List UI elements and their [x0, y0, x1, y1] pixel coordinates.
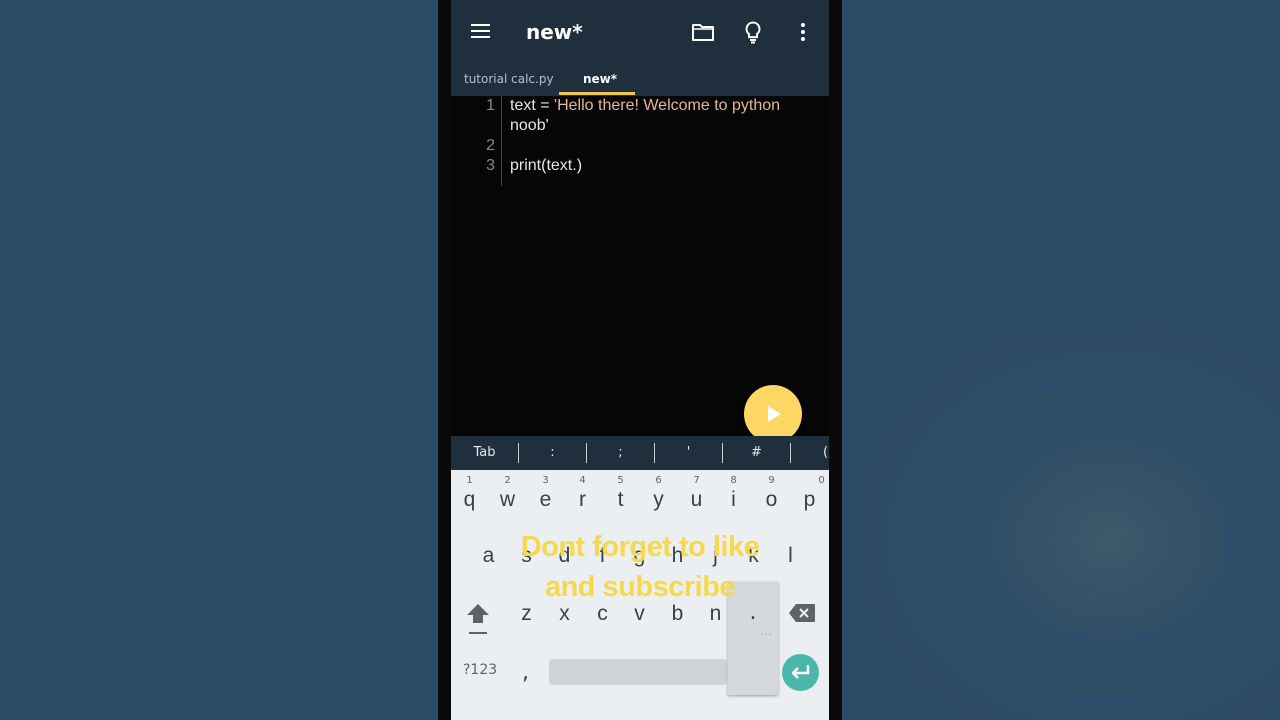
code-line-1-wrap: noob': [510, 117, 549, 134]
key-w[interactable]: 2w: [489, 470, 526, 522]
backspace-icon: [789, 604, 815, 622]
key-c[interactable]: c: [584, 602, 621, 654]
key-d[interactable]: d: [546, 544, 583, 596]
symbol-bar: Tab : ; ' # (: [451, 436, 829, 470]
key-v[interactable]: v: [621, 602, 658, 654]
code-line-3: print(text.): [510, 157, 583, 174]
shift-icon: [467, 604, 489, 634]
key-y[interactable]: 6y: [640, 470, 677, 522]
tab-tutorial-calc[interactable]: tutorial calc.py: [464, 64, 554, 96]
comma-key[interactable]: ,: [522, 660, 529, 685]
key-f[interactable]: f: [584, 544, 621, 596]
key-a[interactable]: a: [470, 544, 507, 596]
symbol-key-hash[interactable]: #: [723, 436, 790, 470]
symbol-key-tab[interactable]: Tab: [451, 436, 518, 470]
key-i[interactable]: 8i: [715, 470, 752, 522]
enter-icon: [791, 665, 810, 679]
popup-more-indicator: ...: [761, 628, 773, 638]
soft-keyboard: 1q 2w 3e 4r 5t 6y 7u 8i 9o 0p a s d f g …: [451, 470, 829, 720]
key-p[interactable]: 0p: [791, 470, 828, 522]
key-s[interactable]: s: [508, 544, 545, 596]
line-number: 1: [486, 97, 495, 114]
lightbulb-icon[interactable]: [741, 20, 767, 46]
more-vert-icon[interactable]: [791, 20, 817, 46]
space-key[interactable]: [549, 659, 727, 685]
phone-screen: new* tutorial calc.py new* 1 2 3 text = …: [451, 0, 829, 720]
code-string: 'Hello there! Welcome to python: [554, 97, 781, 114]
folder-icon[interactable]: [691, 20, 717, 46]
run-button[interactable]: [744, 385, 802, 443]
key-u[interactable]: 7u: [678, 470, 715, 522]
key-b[interactable]: b: [659, 602, 696, 654]
symbol-key-paren[interactable]: (: [791, 436, 829, 470]
key-preview-popup: . ...: [728, 582, 778, 695]
page-title: new*: [526, 20, 583, 44]
play-icon: [768, 406, 781, 422]
code-assignment: text =: [510, 97, 555, 114]
active-tab-indicator: [559, 92, 635, 95]
key-r[interactable]: 4r: [564, 470, 601, 522]
key-g[interactable]: g: [621, 544, 658, 596]
symbol-key-quote[interactable]: ': [655, 436, 722, 470]
shift-key[interactable]: [463, 602, 493, 636]
key-z[interactable]: z: [508, 602, 545, 654]
file-tabs: tutorial calc.py new*: [451, 64, 829, 96]
symbol-key-semicolon[interactable]: ;: [587, 436, 654, 470]
gutter-divider: [501, 96, 502, 186]
app-bar: new*: [451, 0, 829, 64]
line-number: 3: [486, 157, 495, 174]
key-h[interactable]: h: [659, 544, 696, 596]
key-t[interactable]: 5t: [602, 470, 639, 522]
key-o[interactable]: 9o: [753, 470, 790, 522]
key-x[interactable]: x: [546, 602, 583, 654]
key-q[interactable]: 1q: [451, 470, 488, 522]
menu-icon[interactable]: [471, 24, 491, 40]
numbers-key[interactable]: ?123: [463, 662, 497, 678]
code-line-1: text = 'Hello there! Welcome to python: [510, 97, 780, 115]
symbol-key-colon[interactable]: :: [519, 436, 586, 470]
enter-key[interactable]: [782, 654, 819, 691]
line-number: 2: [486, 137, 495, 154]
popup-key-label: .: [749, 600, 757, 625]
backspace-key[interactable]: [788, 603, 818, 625]
key-e[interactable]: 3e: [527, 470, 564, 522]
